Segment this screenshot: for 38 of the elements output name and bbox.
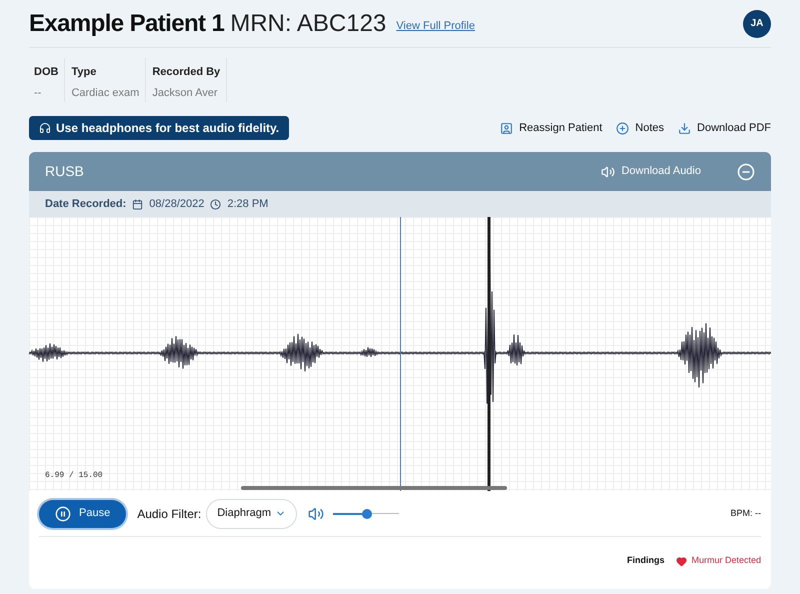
- recording-title: RUSB: [45, 162, 84, 181]
- mrn: MRN: ABC123: [230, 8, 386, 38]
- info-value: Cardiac exam: [71, 86, 140, 100]
- pause-button[interactable]: Pause: [39, 500, 126, 528]
- download-icon: [678, 122, 692, 134]
- calendar-icon: [132, 198, 144, 210]
- findings-label: Findings: [626, 554, 664, 568]
- time-position: 6.99 / 15.00: [45, 470, 103, 482]
- action-button[interactable]: Download PDF: [678, 120, 771, 136]
- collapse-icon[interactable]: [737, 162, 755, 180]
- info-value: Jackson Aver: [152, 86, 219, 100]
- finding-result: Murmur Detected: [691, 554, 761, 568]
- clock-icon: [210, 198, 222, 210]
- filter-label: Audio Filter:: [137, 506, 202, 522]
- time-value: 2:28 PM: [227, 196, 268, 212]
- scrollbar[interactable]: [241, 486, 507, 490]
- person-icon: [500, 122, 514, 134]
- heart-icon: [676, 556, 688, 566]
- date-value: 08/28/2022: [149, 196, 204, 212]
- view-profile-link[interactable]: View Full Profile: [396, 18, 475, 35]
- info-label: DOB: [34, 65, 58, 80]
- bpm: BPM: --: [730, 506, 761, 520]
- filter-dropdown[interactable]: Diaphragm: [206, 498, 298, 528]
- headphones-banner: Use headphones for best audio fidelity.: [29, 116, 290, 140]
- headphones-icon: [39, 122, 51, 134]
- date-label: Date Recorded:: [45, 196, 126, 212]
- pause-icon: [55, 506, 71, 522]
- speaker-icon: [601, 164, 616, 178]
- info-value: --: [34, 86, 42, 100]
- info-label: Recorded By: [152, 65, 220, 80]
- volume-icon[interactable]: [308, 506, 324, 522]
- patient-name: Example Patient 1: [29, 8, 224, 38]
- info-label: Type: [71, 65, 98, 80]
- avatar[interactable]: JA: [743, 10, 771, 38]
- action-button[interactable]: Notes: [616, 120, 664, 136]
- volume-slider[interactable]: [333, 508, 400, 518]
- plus-icon: [616, 122, 630, 134]
- action-button[interactable]: Reassign Patient: [500, 120, 602, 136]
